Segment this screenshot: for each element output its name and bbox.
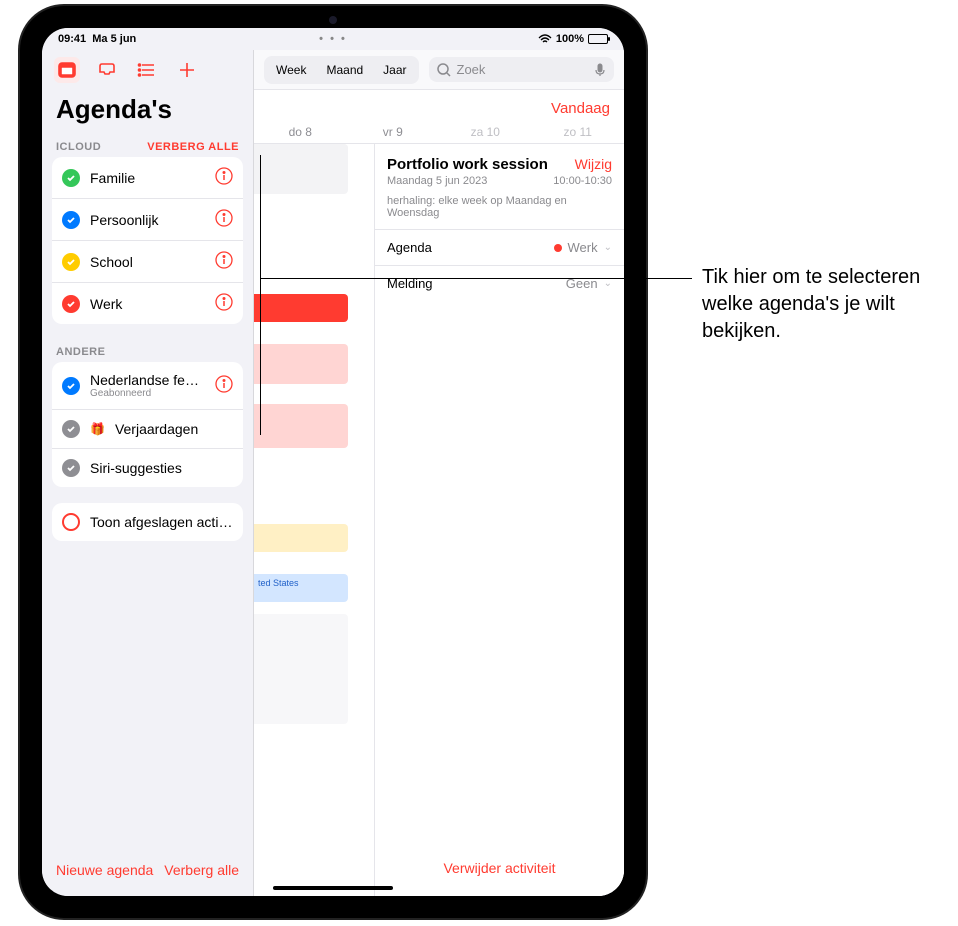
day-thu[interactable]: do 8 [254,125,347,139]
add-button[interactable] [174,57,200,83]
calendar-row-feestdagen[interactable]: Nederlandse feestdag… Geabonneerd [52,362,243,410]
section-other-label: ANDERE [56,346,105,358]
status-bar: 09:41 Ma 5 jun • • • 100% [42,28,624,50]
inbox-button[interactable] [94,57,120,83]
event-strip[interactable]: ted States [254,574,348,602]
calendar-row-siri[interactable]: Siri-suggesties [52,449,243,487]
calendar-main: Week Maand Jaar Zoek Vandaag do 8 vr 9 [254,50,624,896]
event-time: 10:00-10:30 [553,175,612,187]
search-field[interactable]: Zoek [429,57,614,82]
battery-icon [588,34,608,44]
checkmark-icon [62,211,80,229]
seg-month[interactable]: Maand [316,58,373,82]
checkmark-icon [62,420,80,438]
callout-leader-line [260,278,692,279]
declined-label: Toon afgeslagen activiteiten [90,514,233,530]
other-calendar-list: Nederlandse feestdag… Geabonneerd 🎁 Verj… [52,362,243,487]
wifi-icon [538,34,552,44]
section-icloud-label: ICLOUD [56,141,101,153]
view-calendar-button[interactable] [54,57,80,83]
event-strip[interactable] [254,144,348,194]
checkmark-icon [62,459,80,477]
icloud-calendar-list: Familie Persoonlijk School [52,157,243,324]
checkmark-icon [62,377,80,395]
calendar-label: Nederlandse feestdag… Geabonneerd [90,372,205,399]
calendar-row-familie[interactable]: Familie [52,157,243,199]
info-icon[interactable] [215,251,233,272]
event-title: Portfolio work session [387,156,548,173]
calendars-sidebar: Agenda's ICLOUD VERBERG ALLE Familie Per… [42,50,254,896]
empty-circle-icon [62,513,80,531]
chevron-icon: ⌄ [604,278,612,289]
battery-percent: 100% [556,33,584,45]
calendar-label: School [90,254,205,270]
event-notification-row[interactable]: Melding Geen ⌄ [375,265,624,301]
today-button[interactable]: Vandaag [551,100,610,117]
home-indicator[interactable] [273,886,393,890]
seg-year[interactable]: Jaar [373,58,416,82]
status-time: 09:41 [58,33,86,45]
event-agenda-label: Agenda [387,240,432,255]
calendar-row-werk[interactable]: Werk [52,283,243,324]
calendar-row-verjaardagen[interactable]: 🎁 Verjaardagen [52,410,243,449]
day-fri[interactable]: vr 9 [347,125,440,139]
event-strip[interactable] [254,614,348,724]
event-agenda-value: Werk [568,240,598,255]
calendar-row-persoonlijk[interactable]: Persoonlijk [52,199,243,241]
event-detail-panel: Portfolio work session Wijzig Maandag 5 … [374,144,624,896]
checkmark-icon [62,169,80,187]
calendar-label: Siri-suggesties [90,460,233,476]
mic-icon[interactable] [594,63,606,77]
list-button[interactable] [134,57,160,83]
toggle-declined[interactable]: Toon afgeslagen activiteiten [52,503,243,541]
checkmark-icon [62,253,80,271]
event-edit-button[interactable]: Wijzig [575,156,612,172]
calendar-label: Verjaardagen [115,421,233,437]
event-strip[interactable] [254,524,348,552]
gift-icon: 🎁 [90,422,105,436]
info-icon[interactable] [215,209,233,230]
day-header: do 8 vr 9 za 10 zo 11 [254,121,624,144]
calendar-row-school[interactable]: School [52,241,243,283]
event-repeat: herhaling: elke week op Maandag en Woens… [375,195,624,229]
event-strip[interactable] [254,294,348,322]
day-sat[interactable]: za 10 [439,125,532,139]
search-placeholder: Zoek [457,62,486,77]
search-icon [437,63,451,77]
new-calendar-button[interactable]: Nieuwe agenda [56,862,153,878]
multitask-dots[interactable]: • • • [319,33,347,45]
delete-event-button[interactable]: Verwijder activiteit [443,860,555,876]
event-strip[interactable] [254,344,348,384]
sidebar-title: Agenda's [42,90,253,135]
calendar-color-dot [554,244,562,252]
calendar-label: Werk [90,296,205,312]
event-agenda-row[interactable]: Agenda Werk ⌄ [375,229,624,265]
calendar-label: Persoonlijk [90,212,205,228]
callout-text: Tik hier om te selecteren welke agenda's… [702,264,932,345]
info-icon[interactable] [215,167,233,188]
info-icon[interactable] [215,293,233,314]
status-date: Ma 5 jun [92,33,136,45]
hide-all-button[interactable]: Verberg alle [164,862,239,878]
checkmark-icon [62,295,80,313]
chevron-icon: ⌄ [604,242,612,253]
day-sun[interactable]: zo 11 [532,125,625,139]
info-icon[interactable] [215,375,233,396]
event-strips[interactable]: ted States Portfolio work session Wijzig… [254,144,624,896]
calendar-label: Familie [90,170,205,186]
seg-week[interactable]: Week [266,58,316,82]
hide-all-icloud[interactable]: VERBERG ALLE [147,141,239,153]
event-date: Maandag 5 jun 2023 [387,175,487,187]
declined-list: Toon afgeslagen activiteiten [52,503,243,541]
event-strip[interactable] [254,404,348,448]
view-segmented[interactable]: Week Maand Jaar [264,56,419,84]
